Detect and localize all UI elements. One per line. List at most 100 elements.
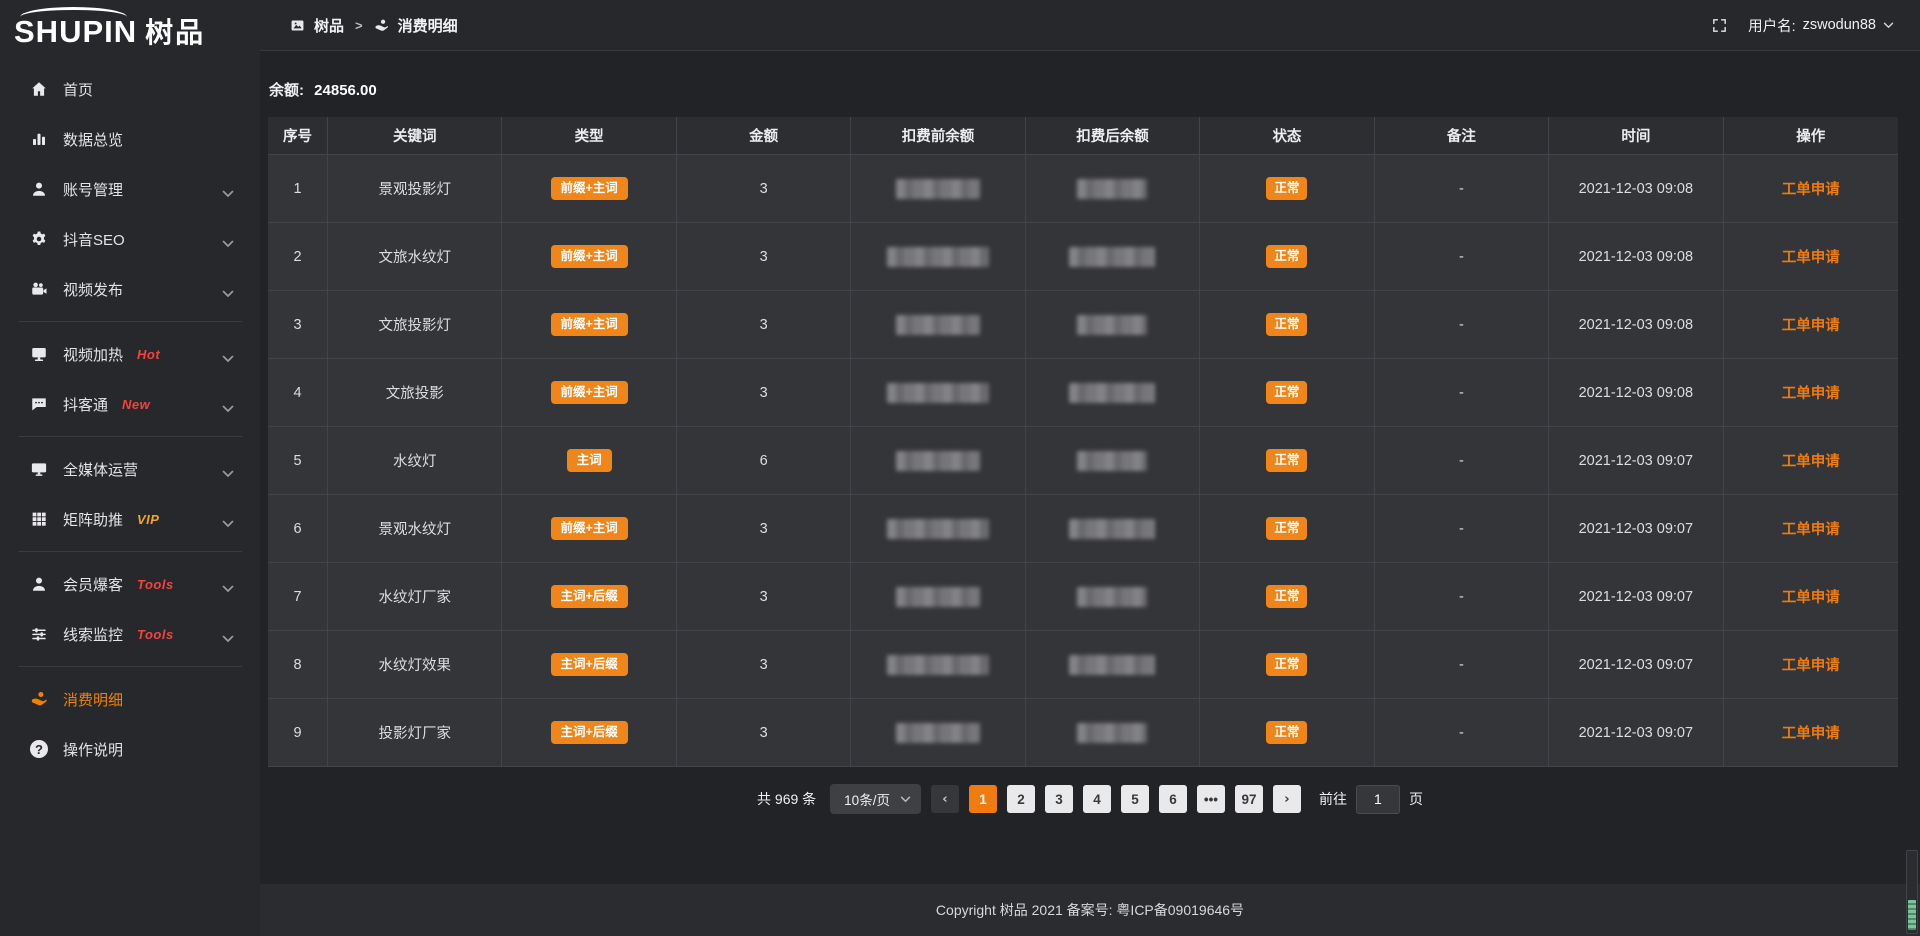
page-button-97[interactable]: 97 (1235, 785, 1263, 813)
sidebar-item-3[interactable]: 抖音SEO (0, 214, 260, 264)
app-root: SHUPIN 树品 首页数据总览账号管理抖音SEO视频发布视频加热Hot抖客通N… (0, 0, 1920, 936)
cell-no: 7 (268, 563, 328, 631)
masked-balance-after (1069, 519, 1155, 539)
status-badge: 正常 (1266, 721, 1307, 744)
sidebar-item-label: 视频加热 (63, 344, 123, 365)
table-row: 7水纹灯厂家主词+后缀3正常-2021-12-03 09:07工单申请 (268, 563, 1898, 631)
more-pages-button[interactable]: ••• (1197, 785, 1225, 813)
image-icon (290, 18, 305, 33)
scrollbar-track[interactable] (1906, 850, 1918, 934)
work-order-link[interactable]: 工单申请 (1782, 246, 1840, 267)
work-order-link[interactable]: 工单申请 (1782, 654, 1840, 675)
user-menu[interactable]: 用户名: zswodun88 (1748, 15, 1894, 36)
chart-icon (30, 130, 48, 148)
sidebar-item-10[interactable]: 线索监控Tools (0, 609, 260, 659)
cell-type: 主词+后缀 (502, 631, 676, 699)
work-order-link[interactable]: 工单申请 (1782, 518, 1840, 539)
sidebar-item-0[interactable]: 首页 (0, 64, 260, 114)
cell-remark: - (1375, 291, 1549, 359)
goto-suffix: 页 (1409, 789, 1423, 809)
cell-amount: 3 (677, 359, 851, 427)
page-button-3[interactable]: 3 (1045, 785, 1073, 813)
sidebar-item-badge: New (122, 397, 150, 412)
cell-balance-before (851, 699, 1025, 767)
page-size-select[interactable]: 10条/页 (830, 784, 921, 814)
cell-type: 主词+后缀 (502, 699, 676, 767)
sidebar-item-9[interactable]: 会员爆客Tools (0, 559, 260, 609)
cell-amount: 3 (677, 631, 851, 699)
cell-remark: - (1375, 223, 1549, 291)
sidebar-divider (18, 436, 242, 437)
sidebar-item-7[interactable]: 全媒体运营 (0, 444, 260, 494)
video-camera-icon (30, 280, 48, 298)
cell-time: 2021-12-03 09:08 (1549, 291, 1723, 359)
chevron-down-icon (222, 185, 234, 193)
prev-page-button[interactable]: ‹ (931, 785, 959, 813)
sidebar-item-badge: Tools (137, 627, 174, 642)
work-order-link[interactable]: 工单申请 (1782, 314, 1840, 335)
sidebar-item-1[interactable]: 数据总览 (0, 114, 260, 164)
masked-balance-before (896, 315, 980, 335)
sidebar-item-12[interactable]: ?操作说明 (0, 724, 260, 774)
brand-logo-cn: 树品 (145, 11, 205, 51)
sidebar-divider (18, 666, 242, 667)
logo-arc-decoration (20, 7, 127, 17)
cell-remark: - (1375, 699, 1549, 767)
breadcrumb-home[interactable]: 树品 (314, 15, 344, 36)
fullscreen-icon[interactable] (1711, 17, 1728, 34)
page-button-1[interactable]: 1 (969, 785, 997, 813)
cell-action: 工单申请 (1724, 495, 1898, 563)
chevron-down-icon (222, 580, 234, 588)
column-header: 时间 (1549, 117, 1723, 155)
cell-keyword: 投影灯厂家 (328, 699, 502, 767)
cell-balance-after (1026, 223, 1200, 291)
sidebar-item-8[interactable]: 矩阵助推VIP (0, 494, 260, 544)
sidebar-item-4[interactable]: 视频发布 (0, 264, 260, 314)
main-content: 余额: 24856.00 序号关键词类型金额扣费前余额扣费后余额状态备注时间操作… (260, 52, 1920, 936)
goto-label: 前往 (1319, 789, 1347, 809)
status-badge: 正常 (1266, 177, 1307, 200)
table-header-row: 序号关键词类型金额扣费前余额扣费后余额状态备注时间操作 (268, 117, 1898, 155)
sidebar-nav: 首页数据总览账号管理抖音SEO视频发布视频加热Hot抖客通New全媒体运营矩阵助… (0, 64, 260, 774)
display-icon (30, 460, 48, 478)
work-order-link[interactable]: 工单申请 (1782, 722, 1840, 743)
balance-label: 余额: (269, 82, 304, 99)
cell-time: 2021-12-03 09:07 (1549, 495, 1723, 563)
column-header: 备注 (1375, 117, 1549, 155)
sidebar-item-5[interactable]: 视频加热 Hot (0, 329, 260, 379)
page-button-2[interactable]: 2 (1007, 785, 1035, 813)
cell-balance-after (1026, 699, 1200, 767)
cell-action: 工单申请 (1724, 699, 1898, 767)
sidebar-item-11[interactable]: 消费明细 (0, 674, 260, 724)
work-order-link[interactable]: 工单申请 (1782, 178, 1840, 199)
table-body: 1景观投影灯前缀+主词3正常-2021-12-03 09:08工单申请2文旅水纹… (268, 155, 1898, 767)
cell-balance-after (1026, 291, 1200, 359)
type-badge: 主词 (567, 449, 612, 472)
cell-time: 2021-12-03 09:08 (1549, 155, 1723, 223)
cell-balance-before (851, 427, 1025, 495)
work-order-link[interactable]: 工单申请 (1782, 382, 1840, 403)
cell-type: 前缀+主词 (502, 291, 676, 359)
cell-time: 2021-12-03 09:08 (1549, 359, 1723, 427)
total-count: 共 969 条 (757, 789, 816, 809)
goto-page-input[interactable]: 1 (1356, 785, 1400, 814)
work-order-link[interactable]: 工单申请 (1782, 450, 1840, 471)
page-button-6[interactable]: 6 (1159, 785, 1187, 813)
sidebar-item-label: 矩阵助推 (63, 509, 123, 530)
cell-status: 正常 (1200, 359, 1374, 427)
status-badge: 正常 (1266, 585, 1307, 608)
masked-balance-after (1077, 723, 1147, 743)
page-button-5[interactable]: 5 (1121, 785, 1149, 813)
masked-balance-after (1077, 451, 1147, 471)
column-header: 金额 (677, 117, 851, 155)
masked-balance-before (887, 247, 989, 267)
work-order-link[interactable]: 工单申请 (1782, 586, 1840, 607)
sidebar-item-2[interactable]: 账号管理 (0, 164, 260, 214)
sidebar-item-badge: Hot (137, 347, 160, 362)
next-page-button[interactable]: › (1273, 785, 1301, 813)
masked-balance-after (1077, 315, 1147, 335)
chevron-down-icon (222, 400, 234, 408)
page-button-4[interactable]: 4 (1083, 785, 1111, 813)
scrollbar-thumb[interactable] (1908, 900, 1916, 930)
sidebar-item-6[interactable]: 抖客通New (0, 379, 260, 429)
